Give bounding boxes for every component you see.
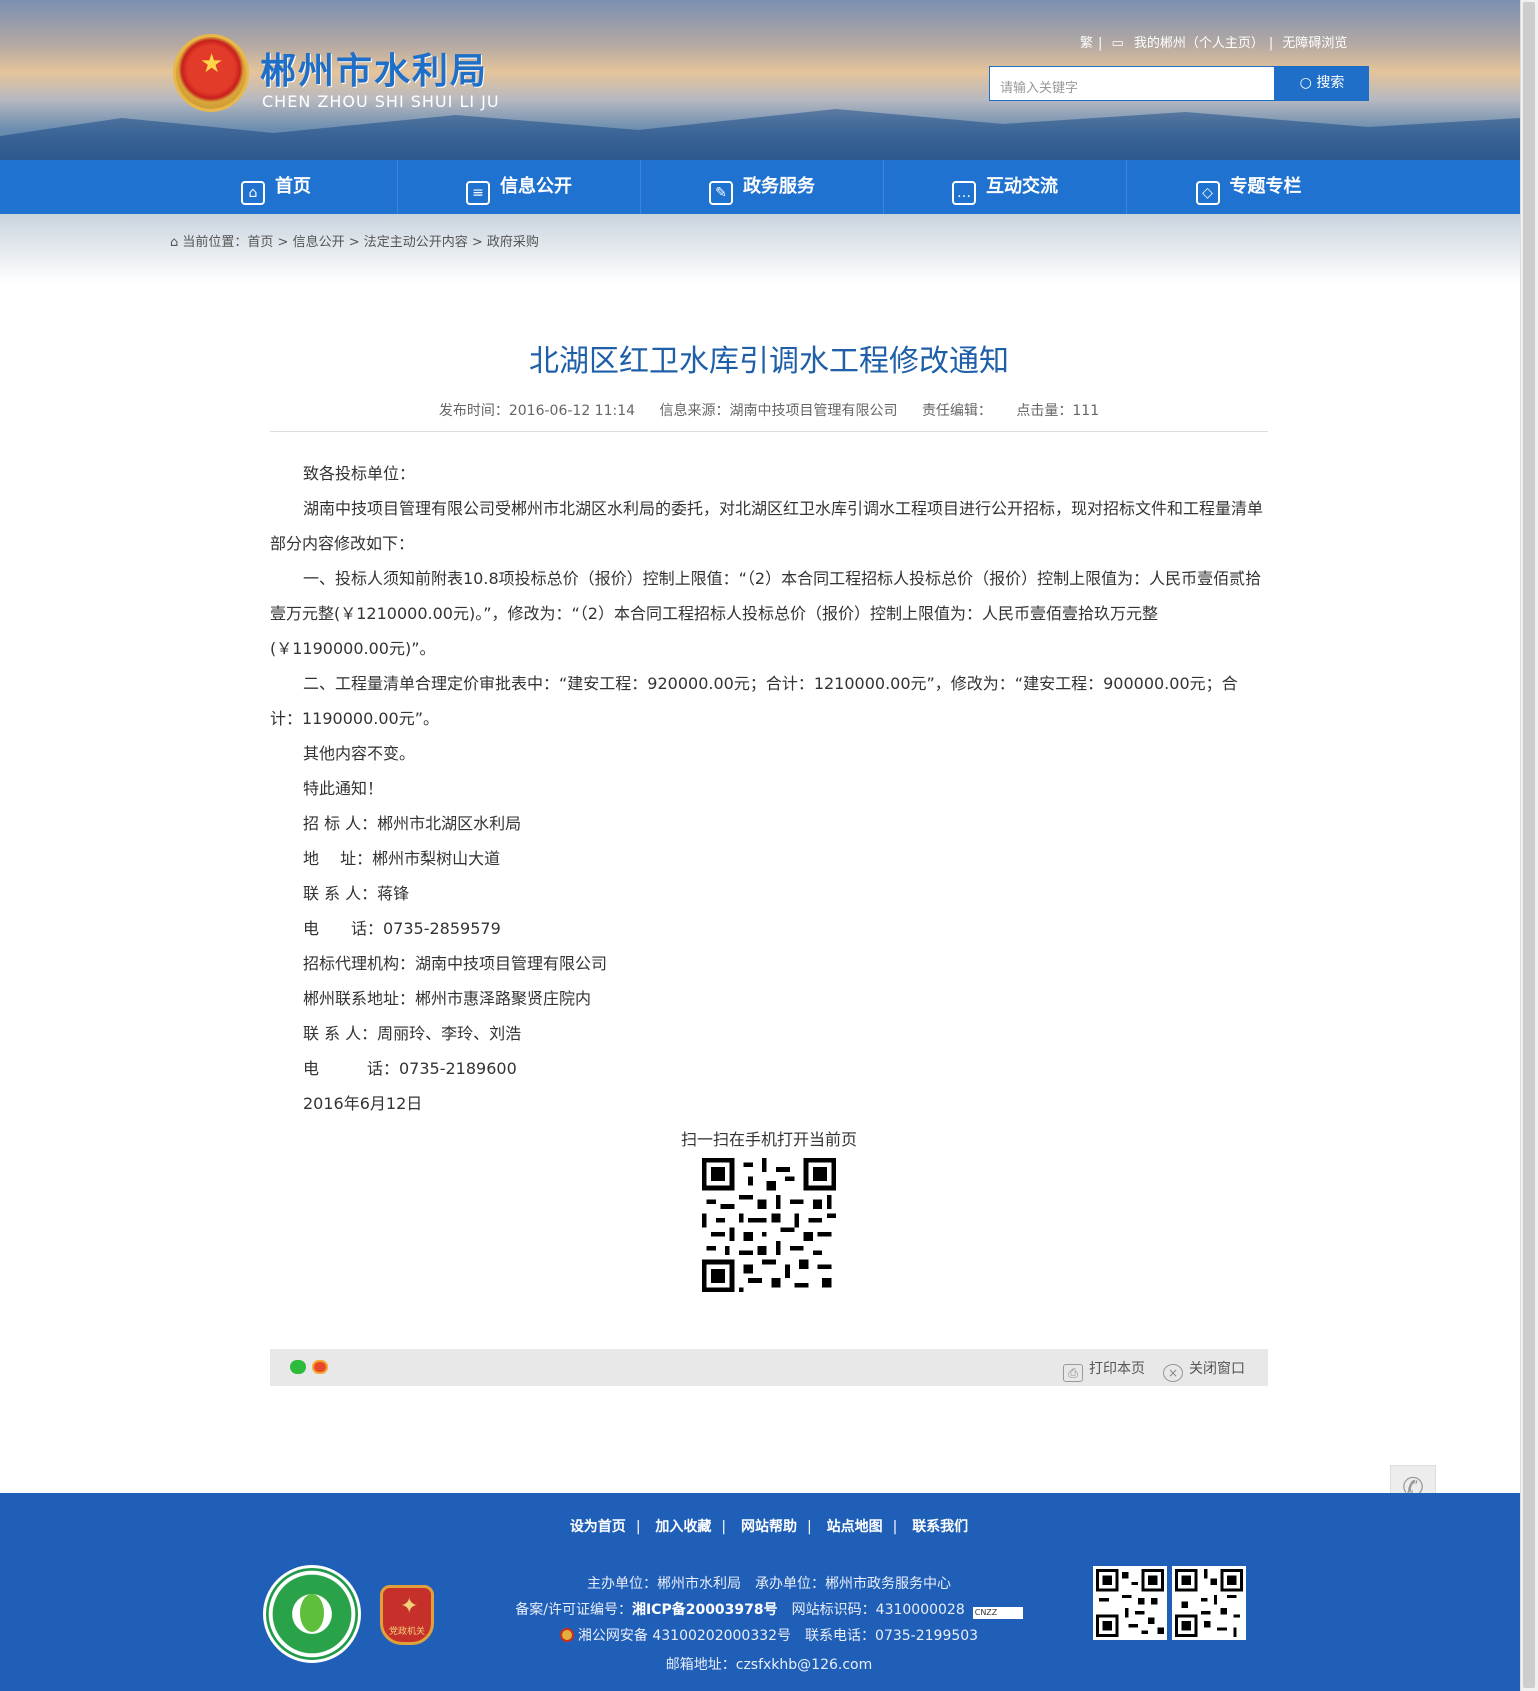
home-icon: ⌂ [241,181,265,205]
footer-links: 设为首页 | 加入收藏 | 网站帮助 | 站点地图 | 联系我们 [569,1519,969,1535]
print-page-button[interactable]: ⎙ 打印本页 [1063,1358,1145,1382]
search-input[interactable]: 请输入关键字 [989,66,1275,101]
paragraph: 湖南中技项目管理有限公司受郴州市北湖区水利局的委托，对北湖区红卫水库引调水工程项… [270,499,1264,553]
close-icon: × [1163,1364,1183,1382]
share-bar: ⎙ 打印本页 × 关闭窗口 [270,1349,1268,1386]
hit-count: 点击量：111 [1016,403,1100,419]
paragraph: 电 话：0735-2189600 [303,1059,517,1078]
paragraph: 致各投标单位： [303,464,416,483]
footer-sponsor: 主办单位：郴州市水利局 承办单位：郴州市政务服务中心 [587,1576,951,1592]
info-source: 信息来源：湖南中技项目管理有限公司 [659,403,898,419]
paragraph: 其他内容不变。 [303,744,416,763]
police-record[interactable]: 湘公网安备 43100202000332号 联系电话：0735-2199503 [578,1628,978,1644]
paragraph: 二、工程量清单合理定价审批表中：“建安工程：920000.00元；合计：1210… [270,674,1238,728]
edit-icon: ✎ [709,181,733,205]
cnzz-stat-icon[interactable]: CNZZ [972,1607,1023,1619]
wechat-share-icon[interactable] [290,1360,306,1374]
article-title: 北湖区红卫水库引调水工程修改通知 [529,344,1009,379]
footer-link-sitemap[interactable]: 站点地图 [827,1519,883,1535]
footer-email: 邮箱地址：czsfxkhb@126.com [665,1657,873,1673]
print-label: 打印本页 [1089,1361,1145,1377]
paragraph: 2016年6月12日 [303,1094,423,1113]
layers-icon: ◇ [1195,181,1220,205]
printer-icon: ⎙ [1063,1364,1083,1382]
nav-label: 首页 [275,176,311,197]
site-code: 网站标识码：4310000028 [791,1602,965,1618]
meta-divider [270,431,1268,432]
paragraph: 特此通知！ [303,779,384,798]
search-button[interactable]: ○ 搜索 [1275,66,1369,101]
publish-time: 发布时间：2016-06-12 11:14 [438,403,636,419]
monitor-icon: ▭ [1111,36,1124,51]
paragraph: 郴州联系地址：郴州市惠泽路聚贤庄院内 [303,989,592,1008]
paragraph: 电 话：0735-2859579 [303,919,501,938]
top-links: 繁 | ▭ 我的郴州（个人主页） | 无障碍浏览 [1080,36,1348,51]
nav-item-info-public[interactable]: ≡ 信息公开 [398,160,641,214]
breadcrumb-trail[interactable]: 首页 > 信息公开 > 法定主动公开内容 > 政府采购 [247,235,538,250]
article-meta: 发布时间：2016-06-12 11:14 信息来源：湖南中技项目管理有限公司 … [270,400,1268,420]
weibo-share-icon[interactable] [312,1360,328,1374]
paragraph: 联 系 人：周丽玲、李玲、刘浩 [303,1024,522,1043]
footer-link-set-home[interactable]: 设为首页 [570,1519,626,1535]
footer-link-help[interactable]: 网站帮助 [741,1519,797,1535]
paragraph: 招 标 人：郴州市北湖区水利局 [303,814,522,833]
header-mountains [0,109,1520,160]
nav-item-special-topics[interactable]: ◇ 专题专栏 [1127,160,1370,214]
traditional-chinese-link[interactable]: 繁 [1080,36,1093,51]
nav-item-interaction[interactable]: … 互动交流 [884,160,1127,214]
nav-label: 专题专栏 [1229,176,1302,197]
document-icon: ≡ [466,181,490,205]
my-chenzhou-link[interactable]: 我的郴州（个人主页） [1134,36,1264,51]
article-body: 致各投标单位： 湖南中技项目管理有限公司受郴州市北湖区水利局的委托，对北湖区红卫… [270,456,1268,1121]
responsible-editor: 责任编辑： [921,403,992,419]
nav-item-gov-service[interactable]: ✎ 政务服务 [641,160,884,214]
page-qr-code [702,1158,836,1292]
breadcrumb-prefix: 当前位置： [182,235,248,250]
footer-qr-code-2 [1172,1566,1246,1640]
breadcrumb: ⌂ 当前位置：首页 > 信息公开 > 法定主动公开内容 > 政府采购 [170,231,539,250]
footer-link-contact[interactable]: 联系我们 [912,1519,968,1535]
footer-qr-code-1 [1093,1566,1167,1640]
nav-label: 互动交流 [986,176,1058,197]
close-label: 关闭窗口 [1189,1361,1245,1377]
icp-number[interactable]: 湘ICP备20003978号 [632,1602,778,1618]
chat-icon: … [952,181,976,205]
paragraph: 地 址：郴州市梨树山大道 [303,849,501,868]
nav-label: 信息公开 [500,176,572,197]
footer-icp-line: 备案/许可证编号：湘ICP备20003978号 网站标识码：4310000028… [0,1599,1538,1619]
paragraph: 招标代理机构：湖南中技项目管理有限公司 [303,954,608,973]
paragraph: 联 系 人：蒋锋 [303,884,410,903]
search-icon: ○ [1299,75,1317,91]
search-button-label: 搜索 [1316,75,1345,91]
nav-label: 政务服务 [743,176,815,197]
qr-caption: 扫一扫在手机打开当前页 [680,1130,857,1149]
scrollbar-thumb[interactable] [1523,2,1535,1688]
footer-link-bookmark[interactable]: 加入收藏 [655,1519,711,1535]
icp-prefix: 备案/许可证编号： [515,1602,632,1618]
paragraph: 一、投标人须知前附表10.8项投标总价（报价）控制上限值：“（2）本合同工程招标… [270,569,1262,658]
home-small-icon: ⌂ [170,235,183,250]
footer-police-line: 湘公网安备 43100202000332号 联系电话：0735-2199503 [0,1625,1538,1645]
site-title[interactable]: 郴州市水利局 [260,42,488,94]
accessible-browse-link[interactable]: 无障碍浏览 [1282,36,1347,51]
close-window-button[interactable]: × 关闭窗口 [1163,1358,1245,1382]
nav-item-home[interactable]: ⌂ 首页 [155,160,398,214]
national-emblem-icon: ★ [173,34,249,112]
site-subtitle: CHEN ZHOU SHI SHUI LI JU [262,92,500,111]
main-nav: ⌂ 首页 ≡ 信息公开 ✎ 政务服务 … 互动交流 ◇ 专题专栏 [0,160,1520,214]
police-badge-icon [559,1628,574,1642]
